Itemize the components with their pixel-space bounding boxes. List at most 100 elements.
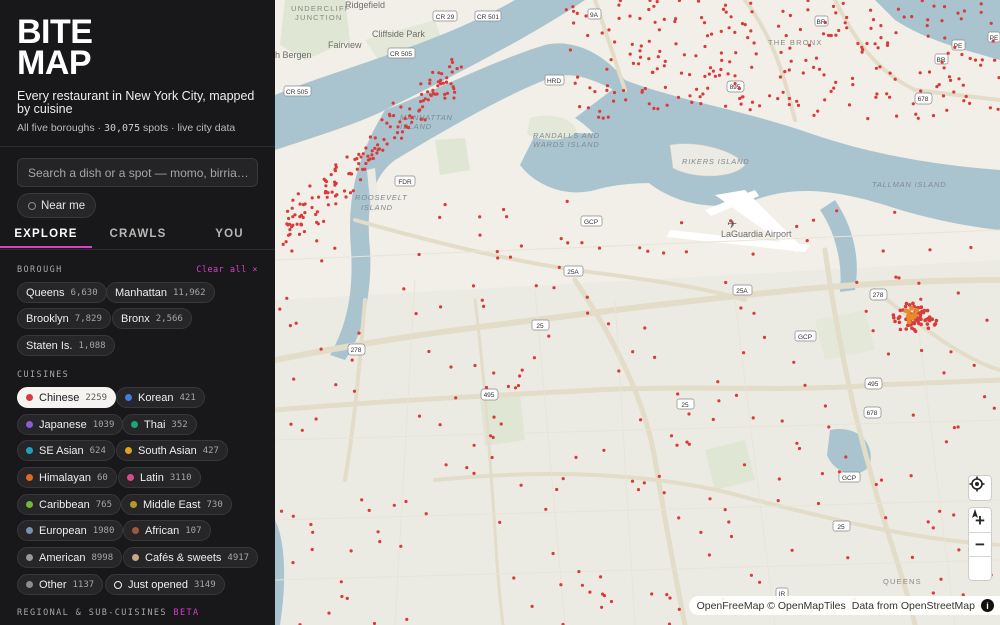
restaurant-dot[interactable]: [585, 295, 589, 299]
restaurant-dot[interactable]: [628, 52, 632, 56]
restaurant-dot[interactable]: [829, 89, 833, 93]
restaurant-dot[interactable]: [700, 16, 704, 20]
cuisine-chip-caribbean[interactable]: Caribbean 765: [17, 494, 122, 515]
restaurant-dot[interactable]: [640, 89, 644, 93]
restaurant-dot[interactable]: [301, 203, 305, 207]
restaurant-dot[interactable]: [916, 116, 920, 120]
borough-chip-bronx[interactable]: Bronx 2,566: [112, 308, 192, 329]
restaurant-dot[interactable]: [677, 607, 681, 612]
restaurant-dot[interactable]: [364, 161, 368, 166]
restaurant-dot[interactable]: [480, 298, 484, 302]
restaurant-dot[interactable]: [443, 96, 447, 100]
restaurant-dot[interactable]: [391, 101, 395, 105]
restaurant-dot[interactable]: [938, 509, 942, 513]
restaurant-dot[interactable]: [846, 556, 850, 560]
restaurant-dot[interactable]: [448, 65, 452, 69]
attribution-tiles-link[interactable]: OpenFreeMap © OpenMapTiles: [697, 600, 846, 612]
restaurant-dot[interactable]: [348, 191, 353, 195]
restaurant-dot[interactable]: [428, 81, 432, 85]
restaurant-dot[interactable]: [885, 43, 890, 48]
restaurant-dot[interactable]: [665, 593, 669, 597]
restaurant-dot[interactable]: [417, 414, 422, 418]
restaurant-dot[interactable]: [438, 215, 442, 219]
restaurant-dot[interactable]: [860, 50, 864, 54]
restaurant-dot[interactable]: [437, 71, 441, 75]
restaurant-dot[interactable]: [598, 109, 602, 113]
restaurant-dot[interactable]: [878, 65, 882, 69]
restaurant-dot[interactable]: [489, 434, 493, 438]
restaurant-dot[interactable]: [816, 501, 821, 506]
restaurant-dot[interactable]: [565, 199, 569, 203]
restaurant-dot[interactable]: [647, 102, 651, 106]
restaurant-dot[interactable]: [652, 106, 656, 110]
restaurant-dot[interactable]: [438, 423, 442, 427]
restaurant-dot[interactable]: [656, 107, 660, 111]
restaurant-dot[interactable]: [555, 487, 559, 492]
restaurant-dot[interactable]: [787, 96, 792, 101]
restaurant-dot[interactable]: [311, 530, 315, 534]
restaurant-dot[interactable]: [292, 377, 296, 381]
restaurant-dot[interactable]: [911, 301, 915, 306]
restaurant-dot[interactable]: [925, 24, 929, 28]
restaurant-dot[interactable]: [281, 242, 285, 246]
restaurant-dot[interactable]: [943, 36, 947, 40]
restaurant-dot[interactable]: [566, 241, 570, 245]
restaurant-dot[interactable]: [370, 149, 374, 153]
restaurant-dot[interactable]: [758, 104, 762, 108]
restaurant-dot[interactable]: [729, 15, 733, 19]
restaurant-dot[interactable]: [835, 209, 839, 213]
restaurant-dot[interactable]: [817, 67, 822, 71]
restaurant-dot[interactable]: [713, 74, 717, 78]
restaurant-dot[interactable]: [914, 308, 919, 313]
restaurant-dot[interactable]: [288, 222, 292, 226]
restaurant-dot[interactable]: [392, 503, 396, 507]
restaurant-dot[interactable]: [792, 360, 796, 364]
restaurant-dot[interactable]: [561, 477, 565, 481]
restaurant-dot[interactable]: [734, 51, 738, 55]
restaurant-dot[interactable]: [673, 19, 677, 24]
restaurant-dot[interactable]: [918, 71, 922, 75]
restaurant-dot[interactable]: [834, 11, 838, 15]
restaurant-dot[interactable]: [505, 215, 509, 219]
restaurant-dot[interactable]: [300, 428, 304, 432]
restaurant-dot[interactable]: [814, 56, 819, 60]
restaurant-dot[interactable]: [919, 305, 924, 310]
restaurant-dot[interactable]: [606, 115, 610, 119]
restaurant-dot[interactable]: [875, 92, 879, 96]
restaurant-dot[interactable]: [317, 195, 321, 199]
restaurant-dot[interactable]: [449, 365, 453, 369]
restaurant-dot[interactable]: [404, 125, 408, 129]
restaurant-dot[interactable]: [655, 67, 659, 71]
restaurant-dot[interactable]: [949, 350, 953, 354]
restaurant-dot[interactable]: [893, 319, 897, 324]
restaurant-dot[interactable]: [988, 106, 993, 110]
restaurant-dot[interactable]: [921, 310, 926, 315]
restaurant-dot[interactable]: [502, 207, 506, 212]
restaurant-dot[interactable]: [385, 142, 389, 146]
restaurant-dot[interactable]: [398, 120, 402, 124]
restaurant-dot[interactable]: [847, 103, 852, 107]
restaurant-dot[interactable]: [609, 599, 614, 604]
map-svg[interactable]: ✈ UNDERCLIFF JUNCTION Ridgefield Cliffsi…: [275, 0, 1000, 625]
restaurant-dot[interactable]: [404, 499, 408, 504]
restaurant-dot[interactable]: [781, 90, 785, 94]
restaurant-dot[interactable]: [779, 50, 783, 55]
restaurant-dot[interactable]: [450, 70, 454, 74]
restaurant-dot[interactable]: [983, 395, 987, 399]
restaurant-dot[interactable]: [910, 15, 914, 19]
restaurant-dot[interactable]: [279, 509, 284, 513]
restaurant-dot[interactable]: [728, 60, 732, 64]
restaurant-dot[interactable]: [650, 592, 654, 596]
restaurant-dot[interactable]: [607, 28, 611, 32]
restaurant-dot[interactable]: [961, 83, 965, 87]
restaurant-dot[interactable]: [296, 192, 300, 196]
restaurant-dot[interactable]: [784, 34, 788, 38]
near-me-button[interactable]: Near me: [17, 193, 97, 218]
restaurant-dot[interactable]: [821, 32, 826, 36]
restaurant-dot[interactable]: [444, 463, 448, 467]
restaurant-dot[interactable]: [937, 83, 941, 87]
restaurant-dot[interactable]: [403, 116, 407, 121]
restaurant-dot[interactable]: [530, 604, 534, 609]
restaurant-dot[interactable]: [662, 251, 666, 255]
restaurant-dot[interactable]: [278, 307, 282, 311]
